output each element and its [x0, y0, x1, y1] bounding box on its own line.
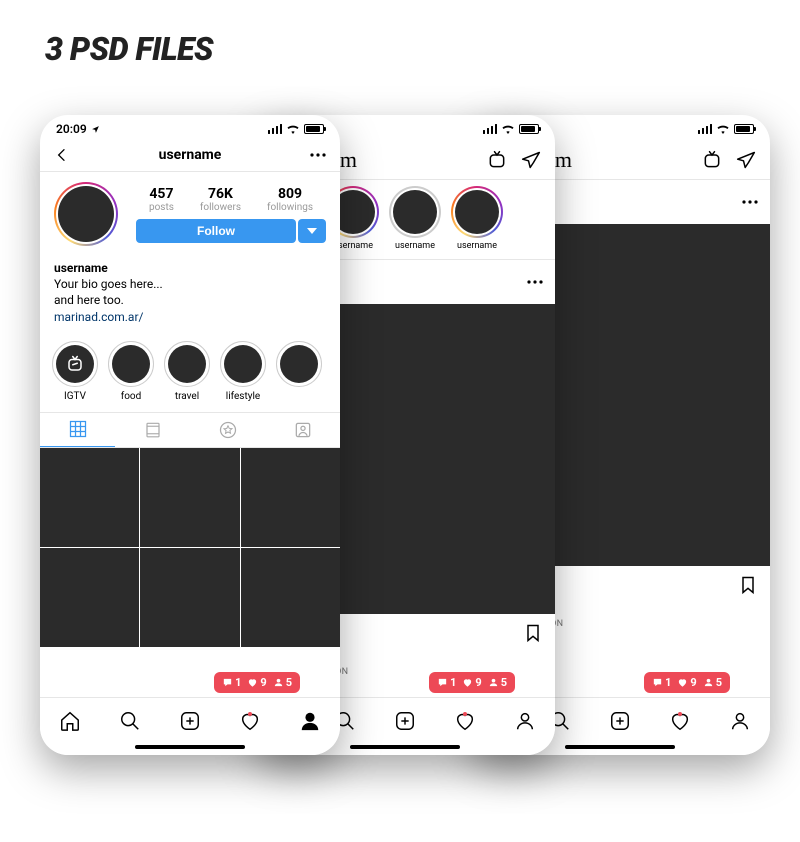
- bio-link[interactable]: marinad.com.ar/: [54, 309, 326, 325]
- activity-notification[interactable]: 1 9 5: [644, 672, 730, 693]
- tab-tagged[interactable]: [265, 413, 340, 447]
- igtv-icon[interactable]: [702, 150, 722, 170]
- status-time: 20:09: [56, 122, 87, 136]
- bookmark-icon[interactable]: [738, 574, 758, 596]
- profile-username: username: [159, 147, 222, 163]
- nav-heart-icon[interactable]: [669, 710, 691, 732]
- highlight-food[interactable]: food: [108, 341, 154, 402]
- signal-icon: [483, 124, 498, 134]
- tab-star[interactable]: [190, 413, 265, 447]
- home-indicator: [135, 745, 245, 749]
- highlight-igtv[interactable]: IGTV: [52, 341, 98, 402]
- home-indicator: [565, 745, 675, 749]
- stat-followings[interactable]: 809 followings: [267, 186, 313, 213]
- bookmark-icon[interactable]: [523, 622, 543, 644]
- location-icon: [91, 125, 100, 134]
- tab-grid[interactable]: [40, 413, 115, 447]
- nav-add-icon[interactable]: [394, 710, 416, 732]
- nav-profile-icon[interactable]: [299, 710, 321, 732]
- grid-cell[interactable]: [140, 448, 239, 547]
- nav-heart-icon[interactable]: [454, 710, 476, 732]
- wifi-icon: [716, 124, 730, 134]
- dm-icon[interactable]: [521, 150, 541, 170]
- nav-add-icon[interactable]: [609, 710, 631, 732]
- wifi-icon: [286, 124, 300, 134]
- nav-search-icon[interactable]: [119, 710, 141, 732]
- signal-icon: [268, 124, 283, 134]
- bio-line: Your bio goes here...: [54, 276, 326, 292]
- highlight-lifestyle[interactable]: lifestyle: [220, 341, 266, 402]
- page-heading: 3 PSD FILES: [45, 30, 213, 68]
- nav-heart-icon[interactable]: [239, 710, 261, 732]
- story-item[interactable]: username: [389, 186, 441, 251]
- posts-grid: [40, 448, 340, 648]
- battery-icon: [519, 124, 539, 134]
- battery-icon: [734, 124, 754, 134]
- grid-cell[interactable]: [40, 548, 139, 647]
- activity-notification[interactable]: 1 9 5: [214, 672, 300, 693]
- tab-feed[interactable]: [115, 413, 190, 447]
- bottom-nav: [40, 697, 340, 755]
- grid-cell[interactable]: [40, 448, 139, 547]
- grid-cell[interactable]: [241, 548, 340, 647]
- battery-icon: [304, 124, 324, 134]
- igtv-icon[interactable]: [487, 150, 507, 170]
- avatar[interactable]: [54, 182, 118, 246]
- dm-icon[interactable]: [736, 150, 756, 170]
- follow-suggestions-button[interactable]: [298, 219, 326, 243]
- nav-add-icon[interactable]: [179, 710, 201, 732]
- follow-button[interactable]: Follow: [136, 219, 296, 243]
- nav-profile-icon[interactable]: [514, 710, 536, 732]
- highlight-travel[interactable]: travel: [164, 341, 210, 402]
- post-more-icon[interactable]: [742, 200, 758, 204]
- grid-cell[interactable]: [241, 448, 340, 547]
- highlight-more[interactable]: [276, 341, 322, 402]
- bio-display-name: username: [54, 260, 326, 276]
- story-item[interactable]: username: [451, 186, 503, 251]
- nav-profile-icon[interactable]: [729, 710, 751, 732]
- phone-profile: 20:09 username 457 posts: [40, 115, 340, 755]
- activity-notification[interactable]: 1 9 5: [429, 672, 515, 693]
- status-bar: 20:09: [40, 115, 340, 143]
- more-icon[interactable]: [310, 153, 326, 157]
- post-more-icon[interactable]: [527, 280, 543, 284]
- stat-followers[interactable]: 76K followers: [200, 186, 241, 213]
- home-indicator: [350, 745, 460, 749]
- grid-cell[interactable]: [140, 548, 239, 647]
- wifi-icon: [501, 124, 515, 134]
- bio-line: and here too.: [54, 292, 326, 308]
- back-button[interactable]: [54, 147, 70, 163]
- signal-icon: [698, 124, 713, 134]
- stat-posts[interactable]: 457 posts: [149, 186, 174, 213]
- nav-home-icon[interactable]: [59, 710, 81, 732]
